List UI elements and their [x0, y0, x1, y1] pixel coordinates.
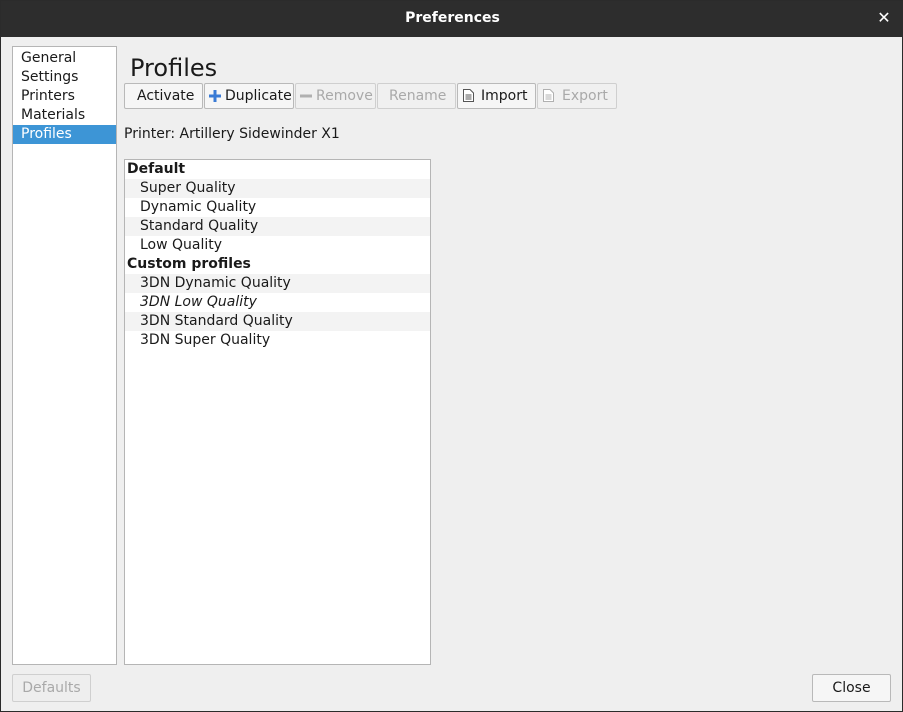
profile-item[interactable]: 3DN Dynamic Quality — [125, 274, 430, 293]
minus-icon — [300, 94, 312, 98]
document-icon — [463, 89, 474, 102]
window-title: Preferences — [405, 10, 500, 26]
preferences-nav-list: General Settings Printers Materials Prof… — [12, 46, 117, 665]
duplicate-button-label: Duplicate — [225, 88, 292, 104]
import-button[interactable]: Import — [457, 83, 536, 109]
profile-item[interactable]: 3DN Low Quality — [125, 293, 430, 312]
nav-item-general[interactable]: General — [13, 49, 116, 68]
printer-label: Printer: Artillery Sidewinder X1 — [124, 126, 340, 142]
profile-item[interactable]: 3DN Standard Quality — [125, 312, 430, 331]
activate-button-label: Activate — [137, 88, 195, 104]
export-button[interactable]: Export — [537, 83, 617, 109]
nav-item-profiles[interactable]: Profiles — [13, 125, 116, 144]
preferences-window: Preferences ✕ General Settings Printers … — [0, 0, 903, 712]
rename-button-label: Rename — [389, 88, 447, 104]
import-button-label: Import — [481, 88, 528, 104]
duplicate-button[interactable]: Duplicate — [204, 83, 294, 109]
title-bar: Preferences ✕ — [1, 1, 903, 37]
close-button[interactable]: Close — [812, 674, 891, 702]
nav-item-settings[interactable]: Settings — [13, 68, 116, 87]
export-button-label: Export — [562, 88, 608, 104]
remove-button-label: Remove — [316, 88, 373, 104]
nav-item-materials[interactable]: Materials — [13, 106, 116, 125]
group-header-custom: Custom profiles — [127, 256, 251, 272]
profile-item[interactable]: Dynamic Quality — [125, 198, 430, 217]
window-close-icon[interactable]: ✕ — [874, 7, 894, 29]
profile-item[interactable]: 3DN Super Quality — [125, 331, 430, 350]
document-icon — [543, 89, 554, 102]
plus-icon — [209, 90, 221, 102]
rename-button[interactable]: Rename — [377, 83, 456, 109]
profile-list: Default Super Quality Dynamic Quality St… — [124, 159, 431, 665]
nav-item-printers[interactable]: Printers — [13, 87, 116, 106]
profile-item[interactable]: Standard Quality — [125, 217, 430, 236]
activate-button[interactable]: Activate — [124, 83, 203, 109]
page-title: Profiles — [130, 54, 218, 82]
remove-button[interactable]: Remove — [295, 83, 376, 109]
defaults-button[interactable]: Defaults — [12, 674, 91, 702]
profile-item[interactable]: Low Quality — [125, 236, 430, 255]
group-header-default: Default — [127, 161, 186, 177]
profile-item[interactable]: Super Quality — [125, 179, 430, 198]
